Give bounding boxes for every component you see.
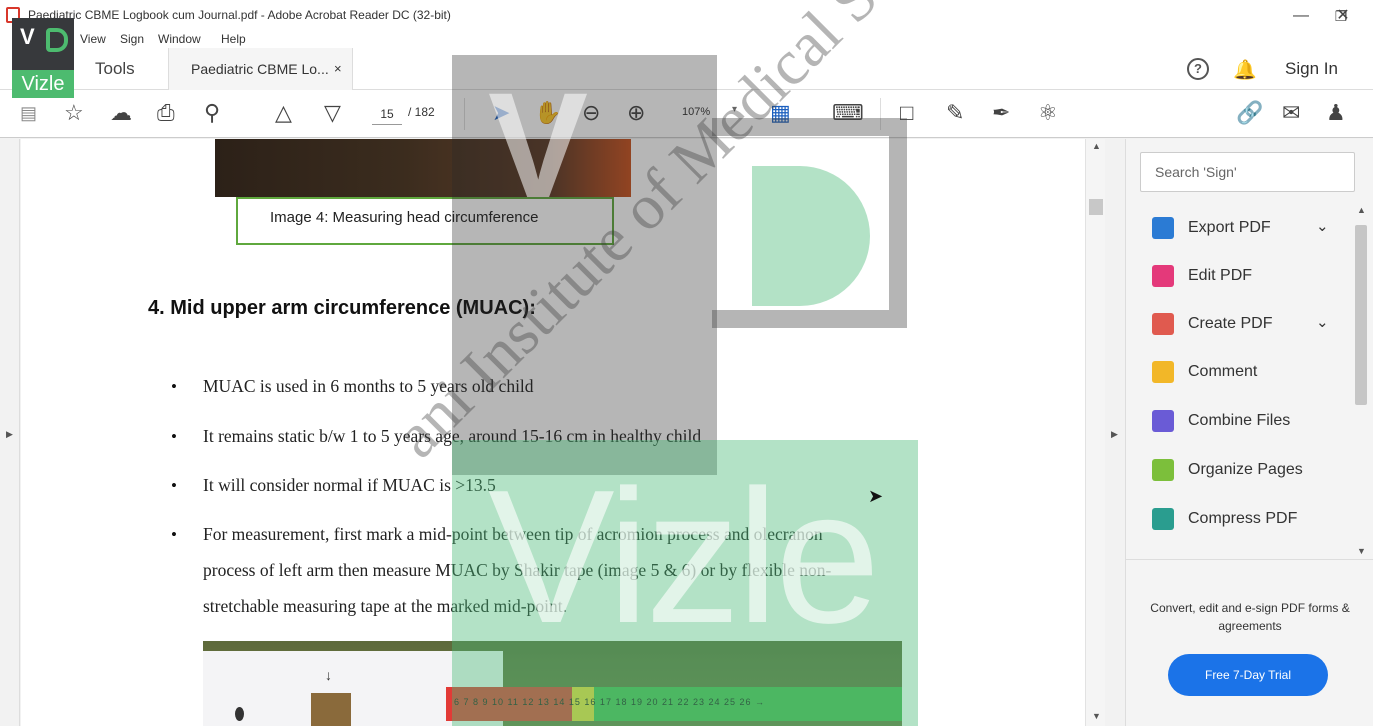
fill-sign-icon[interactable]: ✒ [992, 100, 1010, 126]
bell-icon[interactable]: 🔔 [1233, 58, 1257, 82]
menu-window[interactable]: Window [158, 32, 201, 46]
highlight-pen-icon[interactable]: ✎ [946, 100, 964, 126]
tools-pane: Search 'Sign' Export PDF ⌄ Edit PDF Create … [1125, 139, 1373, 726]
free-trial-button[interactable]: Free 7-Day Trial [1168, 654, 1328, 696]
watermark-vizle-text: Vizle [488, 451, 880, 663]
combine-files-icon [1152, 410, 1174, 432]
tape-hole [235, 707, 244, 721]
tool-label: Comment [1188, 363, 1258, 380]
tab-document-label: Paediatric CBME Lo... [191, 61, 329, 77]
menu-sign[interactable]: Sign [120, 32, 144, 46]
print-icon[interactable]: ⎙ [157, 100, 175, 126]
tool-export-pdf[interactable]: Export PDF ⌄ [1152, 215, 1352, 243]
vizle-logo: V Vizle [12, 18, 74, 98]
help-icon[interactable]: ? [1187, 58, 1209, 80]
menu-bar: View Sign Window Help [0, 30, 1373, 48]
tool-compress-pdf[interactable]: Compress PDF [1152, 506, 1352, 534]
tool-label: Edit PDF [1188, 267, 1253, 284]
scroll-up-icon[interactable]: ▲ [1092, 141, 1101, 151]
stamp-tag-icon[interactable]: ⚛ [1038, 100, 1058, 126]
watermark-v-letter: V [488, 61, 589, 229]
scrollbar-thumb[interactable] [1355, 225, 1367, 405]
tool-label: Organize Pages [1188, 461, 1303, 478]
upload-cloud-icon[interactable]: ☁ [110, 100, 132, 126]
minimize-button[interactable]: — [1281, 4, 1321, 28]
bookmark-star-icon[interactable]: ☆ [64, 100, 84, 126]
vizle-logo-word: Vizle [12, 70, 74, 98]
link-share-icon[interactable]: 🔗 [1236, 100, 1263, 126]
document-scrollbar[interactable]: ▲ ▼ [1085, 139, 1105, 726]
title-bar: Paediatric CBME Logbook cum Journal.pdf … [0, 0, 1373, 30]
left-panel: ▶ [0, 139, 20, 726]
tab-tools[interactable]: Tools [95, 59, 135, 79]
tab-document[interactable]: Paediatric CBME Lo... × [168, 48, 353, 90]
tool-comment[interactable]: Comment [1152, 359, 1352, 387]
add-user-icon[interactable]: ♟ [1326, 100, 1346, 126]
window-title: Paediatric CBME Logbook cum Journal.pdf … [28, 8, 451, 22]
promo-text: Convert, edit and e-sign PDF forms & agr… [1150, 601, 1350, 633]
tape-slot [311, 693, 351, 726]
page-total: / 182 [408, 105, 435, 119]
chevron-down-icon[interactable]: ⌄ [1316, 217, 1329, 235]
scroll-up-icon[interactable]: ▲ [1357, 205, 1366, 215]
close-window-button[interactable]: ✕ [1323, 4, 1363, 28]
create-pdf-icon [1152, 313, 1174, 335]
compress-pdf-icon [1152, 508, 1174, 530]
tool-organize-pages[interactable]: Organize Pages [1152, 457, 1352, 485]
tool-label: Create PDF [1188, 315, 1273, 332]
tool-combine-files[interactable]: Combine Files [1152, 408, 1352, 436]
vizle-logo-d-icon [46, 28, 68, 52]
bullet-marker: • [171, 476, 177, 495]
save-icon[interactable]: ▤ [20, 100, 37, 126]
page-up-icon[interactable]: △ [275, 100, 292, 126]
bullet-marker: • [171, 427, 177, 446]
email-icon[interactable]: ✉ [1282, 100, 1300, 126]
left-panel-expand-icon[interactable]: ▶ [6, 429, 13, 440]
tool-edit-pdf[interactable]: Edit PDF [1152, 263, 1352, 291]
organize-pages-icon [1152, 459, 1174, 481]
page-number-input[interactable]: 15 [372, 103, 402, 125]
tools-pane-scrollbar[interactable]: ▲ ▼ [1352, 203, 1370, 559]
vizle-logo-v: V [20, 24, 35, 49]
menu-help[interactable]: Help [221, 32, 246, 46]
search-sign-input[interactable]: Search 'Sign' [1140, 152, 1355, 192]
mouse-cursor-icon: ➤ [868, 486, 884, 506]
scrollbar-thumb[interactable] [1089, 199, 1103, 215]
scroll-down-icon[interactable]: ▼ [1357, 546, 1366, 556]
sign-in-button[interactable]: Sign In [1285, 59, 1338, 79]
comment-icon [1152, 361, 1174, 383]
scroll-down-icon[interactable]: ▼ [1092, 711, 1101, 721]
tool-label: Combine Files [1188, 412, 1291, 429]
tool-label: Export PDF [1188, 219, 1271, 236]
right-pane-toggle-strip: ▶ [1105, 139, 1125, 726]
bullet-marker: • [171, 525, 177, 544]
tool-create-pdf[interactable]: Create PDF ⌄ [1152, 311, 1352, 339]
tab-close-icon[interactable]: × [334, 61, 342, 76]
search-zoom-icon[interactable]: ⚲ [204, 100, 220, 126]
export-pdf-icon [1152, 217, 1174, 239]
menu-view[interactable]: View [80, 32, 106, 46]
edit-pdf-icon [1152, 265, 1174, 287]
chevron-down-icon[interactable]: ⌄ [1316, 313, 1329, 331]
bullet-marker: • [171, 377, 177, 396]
pane-divider [1126, 559, 1373, 560]
right-pane-collapse-icon[interactable]: ▶ [1111, 429, 1118, 440]
tape-down-arrow-icon: ↓ [325, 667, 332, 683]
tool-label: Compress PDF [1188, 510, 1298, 527]
page-down-icon[interactable]: ▽ [324, 100, 341, 126]
